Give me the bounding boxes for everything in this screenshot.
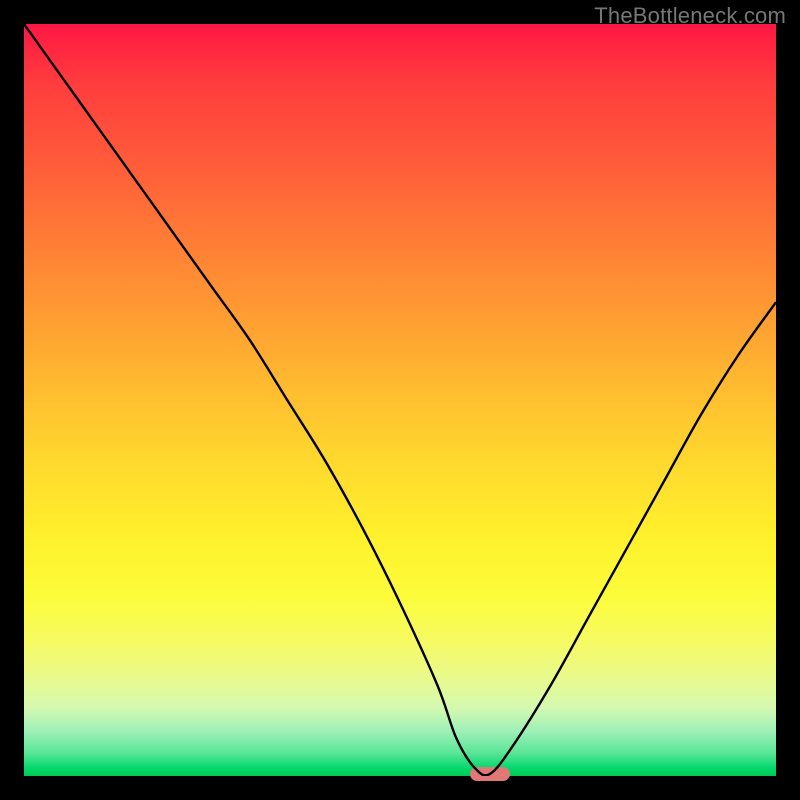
plot-area xyxy=(24,24,776,776)
curve-path xyxy=(24,24,776,775)
chart-frame: TheBottleneck.com xyxy=(0,0,800,800)
watermark-text: TheBottleneck.com xyxy=(594,3,786,29)
bottleneck-curve xyxy=(24,24,776,776)
